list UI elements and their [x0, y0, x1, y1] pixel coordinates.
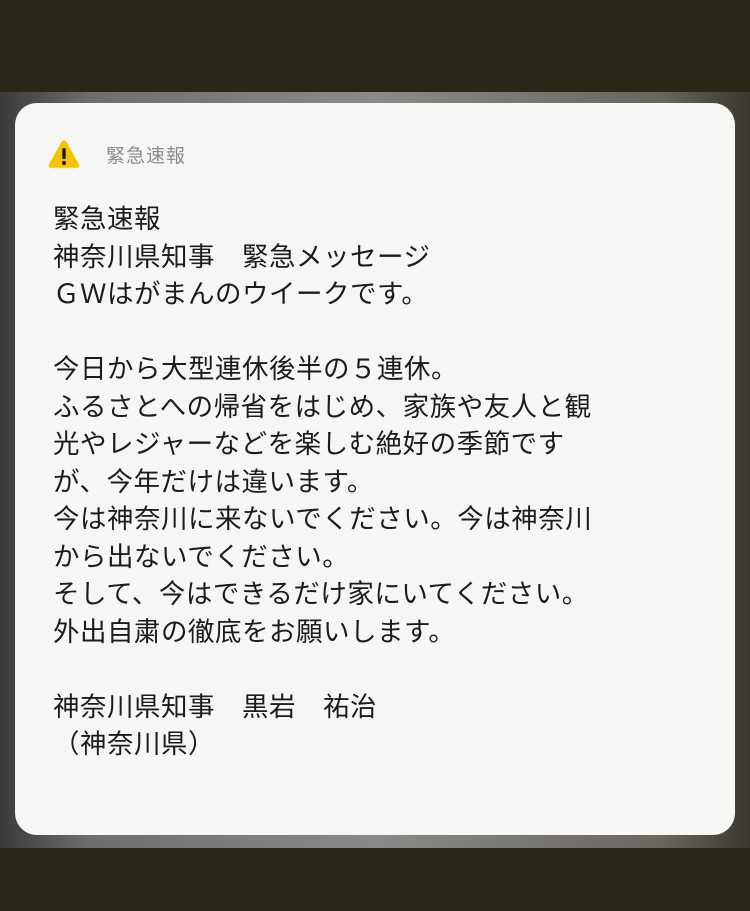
- message-line: そして、今はできるだけ家にいてください。: [53, 579, 589, 610]
- message-line: ふるさとへの帰省をはじめ、家族や友人と観: [53, 391, 592, 423]
- message-line: 外出自粛の徹底をお願いします。: [53, 616, 456, 648]
- alert-message-body: 緊急速報神奈川県知事 緊急メッセージ ＧＷはがまんのウイークです。 今日から大型連…: [53, 201, 713, 764]
- message-line: [53, 651, 713, 689]
- emergency-alert-notification[interactable]: 緊急速報 緊急速報神奈川県知事 緊急メッセージ ＧＷはがまんのウイークです。 今日…: [15, 103, 735, 835]
- message-line: 今日から大型連休後半の５連休。: [53, 354, 458, 385]
- message-line: （神奈川県）: [53, 729, 215, 760]
- message-line: 緊急速報: [53, 204, 161, 235]
- alert-app-name: 緊急速報: [106, 144, 187, 167]
- message-line: [53, 314, 713, 352]
- warning-triangle-icon: [48, 140, 80, 168]
- message-line: 今は神奈川に来ないでください。今は神奈川: [53, 504, 593, 535]
- message-line: から出ないでください。: [53, 541, 350, 573]
- message-line: 神奈川県知事 緊急メッセージ: [53, 241, 431, 273]
- message-line: ＧＷはがまんのウイークです。: [53, 279, 429, 310]
- message-line: 神奈川県知事 黒岩 祐治: [53, 691, 377, 723]
- background-top: [0, 0, 750, 92]
- message-line: 光やレジャーなどを楽しむ絶好の季節です: [53, 429, 565, 460]
- background-bottom: [0, 848, 750, 911]
- notification-header: 緊急速報: [48, 136, 186, 172]
- message-line: が、今年だけは違います。: [53, 466, 374, 498]
